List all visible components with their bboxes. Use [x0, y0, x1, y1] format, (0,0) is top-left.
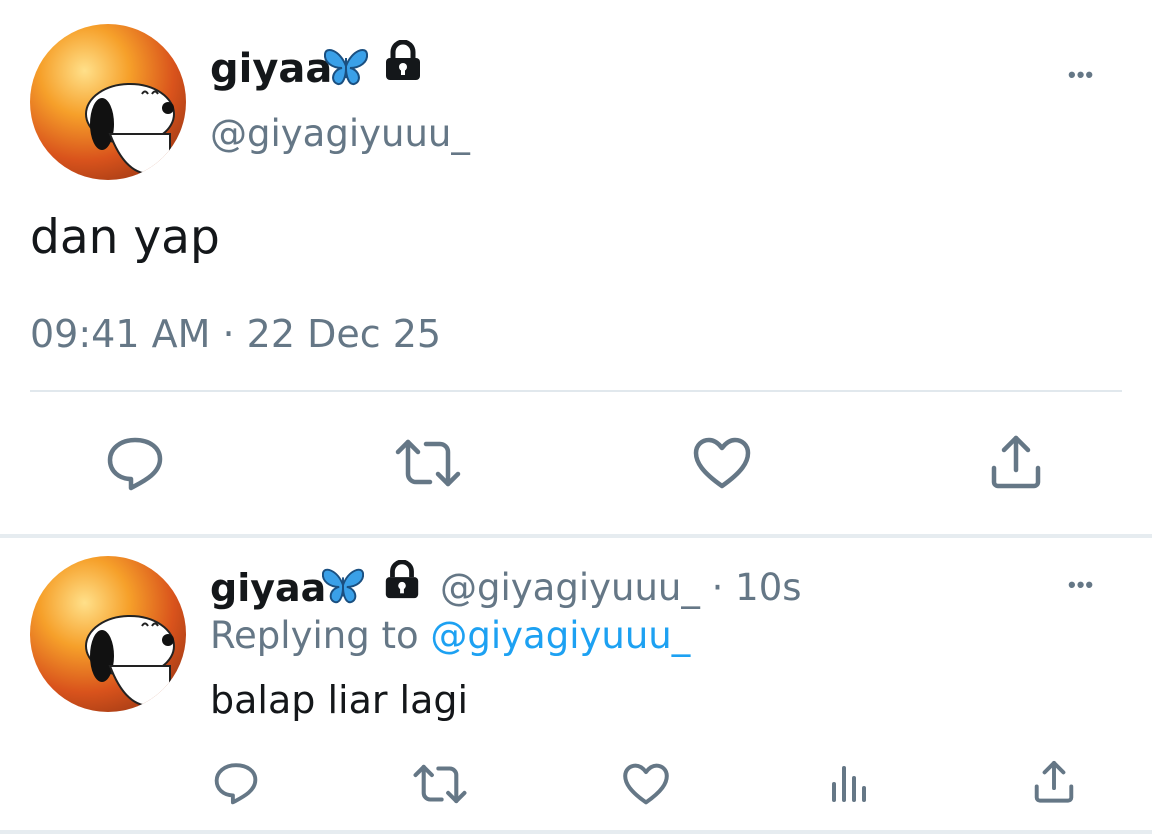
analytics-icon[interactable]: [828, 762, 872, 804]
reply-more-options-button[interactable]: •••: [1068, 572, 1094, 598]
reply-tweet-text: balap liar lagi: [210, 678, 469, 722]
retweet-icon[interactable]: [412, 762, 468, 806]
display-name[interactable]: giyaa: [210, 46, 332, 92]
heart-icon[interactable]: [622, 762, 670, 806]
reply-handle-time: @giyagiyuuu_ · 10s: [440, 566, 802, 609]
tweet-text: dan yap: [30, 210, 220, 265]
tweet-timestamp[interactable]: 09:41 AM · 22 Dec 25: [30, 312, 441, 356]
snoopy-avatar-image: [85, 615, 175, 707]
butterfly-icon: [323, 49, 369, 86]
lock-icon: [385, 560, 419, 599]
reply-display-name[interactable]: giyaa: [210, 566, 326, 610]
replying-to: Replying to @giyagiyuuu_: [210, 614, 690, 657]
snoopy-avatar-image: [85, 83, 175, 175]
more-options-button[interactable]: •••: [1068, 62, 1094, 88]
reply-avatar[interactable]: [30, 556, 186, 712]
replying-to-handle-link[interactable]: @giyagiyuuu_: [430, 614, 690, 657]
lock-icon: [386, 40, 420, 80]
timestamp-date: 22 Dec 25: [246, 312, 442, 356]
divider: [30, 390, 1122, 392]
share-icon[interactable]: [988, 432, 1044, 490]
reply-separator: ·: [711, 566, 724, 609]
retweet-icon[interactable]: [394, 436, 462, 490]
reply-username-handle[interactable]: @giyagiyuuu_: [440, 566, 700, 609]
share-icon[interactable]: [1032, 758, 1076, 804]
bottom-divider: [0, 830, 1152, 834]
avatar[interactable]: [30, 24, 186, 180]
replying-to-label: Replying to: [210, 614, 419, 657]
timestamp-separator: ·: [222, 312, 235, 356]
butterfly-icon: [321, 568, 365, 604]
username-handle[interactable]: @giyagiyuuu_: [210, 112, 470, 155]
reply-icon[interactable]: [104, 434, 166, 492]
reply-icon[interactable]: [212, 760, 260, 806]
heart-icon[interactable]: [692, 436, 752, 490]
reply-age[interactable]: 10s: [735, 566, 801, 609]
section-divider: [0, 534, 1152, 538]
timestamp-time: 09:41 AM: [30, 312, 211, 356]
